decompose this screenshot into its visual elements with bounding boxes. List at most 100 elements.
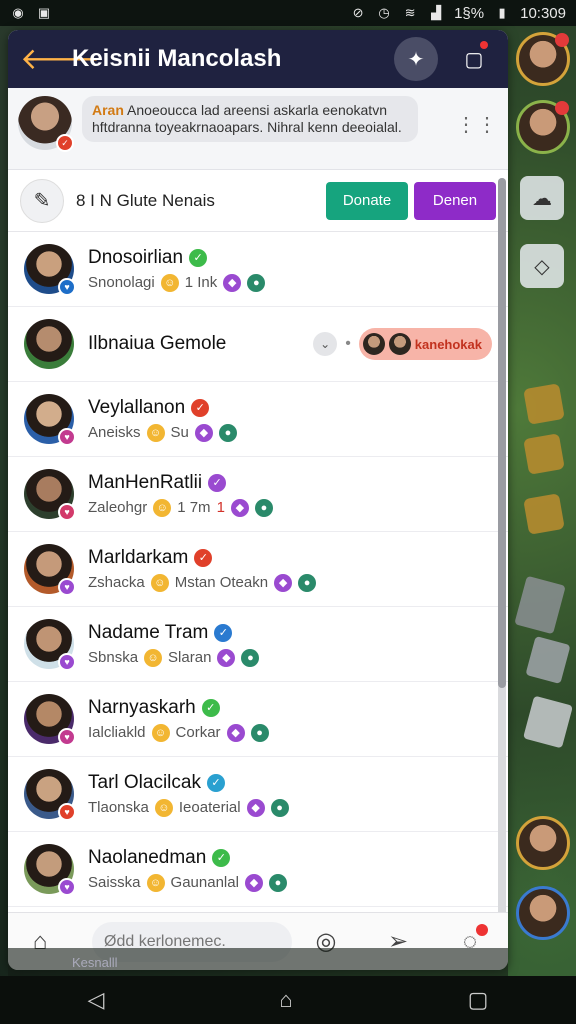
member-text: Narnyaskarh ✓ Ialcliakld ☺ Corkar ◆ ● xyxy=(88,697,492,742)
member-row[interactable]: ♥ Veylallanon ✓ Aneisks ☺ Su ◆ ● xyxy=(8,382,508,457)
verified-icon: ✓ xyxy=(201,698,220,717)
avatar: ♥ xyxy=(24,394,76,446)
rail-avatar-4[interactable] xyxy=(516,886,570,940)
group-settings-button[interactable]: ✦ xyxy=(394,37,438,81)
member-status-detail: Ieoaterial xyxy=(178,799,241,816)
more-options-icon[interactable]: ⋮⋮ xyxy=(456,112,498,137)
emoji-icon: ☺ xyxy=(160,273,179,292)
member-row[interactable]: ♥ Dnosoirlian ✓ Snonolagi ☺ 1 Ink ◆ ● xyxy=(8,232,508,307)
edit-button[interactable]: ✎ xyxy=(20,178,64,223)
verified-icon: ✓ xyxy=(194,548,213,567)
member-status-label: Saisska xyxy=(88,874,141,891)
notice-bubble: Aran Anoeoucca lad areensi askarla eenok… xyxy=(82,96,418,142)
role-badge-icon: ♥ xyxy=(58,428,76,446)
member-text: Nadame Tram ✓ Sbnska ☺ Slaran ◆ ● xyxy=(88,622,492,667)
member-name-line: Marldarkam ✓ xyxy=(88,547,492,569)
member-row[interactable]: Ilbnaiua Gemole ⌄ • kanehokak xyxy=(8,307,508,382)
member-row[interactable]: ♥ Tarl Olacilcak ✓ Tlaonska ☺ Ieoaterial ◆ ● xyxy=(8,757,508,832)
member-status-label: Zshacka xyxy=(88,574,145,591)
secondary-button[interactable]: Denen xyxy=(414,181,496,220)
right-rail: ☁ ◇ xyxy=(510,26,576,976)
member-status-detail: 1 Ink xyxy=(184,274,218,291)
member-status-label: Sbnska xyxy=(88,649,139,666)
reaction-icon: ◆ xyxy=(223,273,242,292)
back-arrow-icon[interactable]: 🡐 xyxy=(20,41,100,77)
member-status: Zaleohgr ☺ 1 7m 1 ◆ ● xyxy=(88,498,492,517)
rail-avatar-1[interactable] xyxy=(516,32,570,86)
rail-avatar-3[interactable] xyxy=(516,816,570,870)
reaction-icon: ● xyxy=(247,273,266,292)
group-label: 8 I N Glute Nenais xyxy=(76,190,215,210)
member-name-line: Narnyaskarh ✓ xyxy=(88,697,492,719)
notification-icon: ▣ xyxy=(37,5,51,20)
member-status: Snonolagi ☺ 1 Ink ◆ ● xyxy=(88,273,492,292)
avatar: ♥ xyxy=(24,844,76,896)
member-name: Ilbnaiua Gemole xyxy=(88,333,227,354)
rail-avatar-2[interactable] xyxy=(516,100,570,154)
avatar: ♥ xyxy=(24,544,76,596)
back-icon[interactable]: ◁ xyxy=(87,987,104,1013)
avatar: ♥ xyxy=(24,244,76,296)
avatar: ♥ xyxy=(24,769,76,821)
new-message-button[interactable]: ▢ xyxy=(452,37,496,81)
reaction-icon: ◆ xyxy=(194,423,213,442)
member-status-detail: Corkar xyxy=(175,724,221,741)
minimized-chat-strip[interactable]: Kesnalll xyxy=(8,948,508,976)
role-badge-icon: ♥ xyxy=(58,653,76,671)
donate-button[interactable]: Donate xyxy=(326,181,408,220)
recents-icon[interactable]: ▢ xyxy=(468,987,489,1013)
battery-icon: ▮ xyxy=(498,5,506,20)
role-badge-icon: ♥ xyxy=(58,878,76,896)
notice-body: Anoeoucca lad areensi askarla eenokatvn … xyxy=(92,102,402,135)
member-row[interactable]: ♥ Marldarkam ✓ Zshacka ☺ Mstan Oteakn ◆ ● xyxy=(8,532,508,607)
rail-item-3[interactable] xyxy=(523,493,565,535)
member-row[interactable]: ♥ ManHenRatlii ✓ Zaleohgr ☺ 1 7m 1 ◆ ● xyxy=(8,457,508,532)
dnd-icon: ⊘ xyxy=(352,5,364,20)
member-name: ManHenRatlii xyxy=(88,471,203,493)
member-text: Veylallanon ✓ Aneisks ☺ Su ◆ ● xyxy=(88,397,492,442)
member-name: Naolanedman xyxy=(88,846,207,868)
member-list: ♥ Dnosoirlian ✓ Snonolagi ☺ 1 Ink ◆ ● Ilbnaiua G… xyxy=(8,232,508,907)
alarm-icon: ◷ xyxy=(378,5,390,20)
reaction-icon: ● xyxy=(270,798,289,817)
avatar: ♥ xyxy=(24,694,76,746)
avatar: ♥ xyxy=(24,619,76,671)
rail-item-2[interactable] xyxy=(523,433,565,475)
avatar xyxy=(362,333,385,355)
compose-icon: ▢ xyxy=(464,48,484,71)
member-status: Saisska ☺ Gaunanlal ◆ ● xyxy=(88,873,492,892)
member-name: Tarl Olacilcak xyxy=(88,771,201,793)
member-name-line: ManHenRatlii ✓ xyxy=(88,472,492,494)
member-status-detail: Mstan Oteakn xyxy=(174,574,269,591)
member-status-label: Zaleohgr xyxy=(88,499,148,516)
verified-icon: ✓ xyxy=(208,473,227,492)
member-status-label: Ialcliakld xyxy=(88,724,146,741)
chevron-down-icon[interactable]: ⌄ xyxy=(313,332,338,356)
member-name: Veylallanon xyxy=(88,396,186,418)
separator-dot: • xyxy=(345,335,351,352)
member-text: ManHenRatlii ✓ Zaleohgr ☺ 1 7m 1 ◆ ● xyxy=(88,472,492,517)
member-name: Marldarkam xyxy=(88,546,189,568)
verified-icon: ✓ xyxy=(212,848,231,867)
strip-label: Kesnalll xyxy=(72,954,118,970)
member-row[interactable]: ♥ Nadame Tram ✓ Sbnska ☺ Slaran ◆ ● xyxy=(8,607,508,682)
member-name-line: Ilbnaiua Gemole xyxy=(88,333,313,355)
emoji-icon: ☺ xyxy=(146,423,165,442)
reaction-icon: ◆ xyxy=(274,573,293,592)
member-row[interactable]: ♥ Narnyaskarh ✓ Ialcliakld ☺ Corkar ◆ ● xyxy=(8,682,508,757)
member-status: Aneisks ☺ Su ◆ ● xyxy=(88,423,492,442)
chat-header: 🡐 Keisnii Mancolash ✦ ▢ xyxy=(8,30,508,88)
group-toolbar: ✎ 8 I N Glute Nenais Donate Denen xyxy=(8,170,508,232)
mention-pill[interactable]: kanehokak xyxy=(358,328,492,360)
cloud-icon: ☁ xyxy=(532,187,552,210)
rail-cloud-button[interactable]: ☁ xyxy=(520,176,564,220)
scrollbar-thumb[interactable] xyxy=(498,178,506,688)
home-nav-icon[interactable]: ⌂ xyxy=(279,987,292,1013)
pinned-notice[interactable]: ✓ Aran Anoeoucca lad areensi askarla een… xyxy=(8,88,508,170)
member-row[interactable]: ♥ Naolanedman ✓ Saisska ☺ Gaunanlal ◆ ● xyxy=(8,832,508,907)
reaction-icon: ● xyxy=(298,573,317,592)
member-name-line: Nadame Tram ✓ xyxy=(88,622,492,644)
rail-tag-button[interactable]: ◇ xyxy=(520,244,564,288)
rail-item-1[interactable] xyxy=(523,383,565,425)
member-text: Dnosoirlian ✓ Snonolagi ☺ 1 Ink ◆ ● xyxy=(88,247,492,292)
